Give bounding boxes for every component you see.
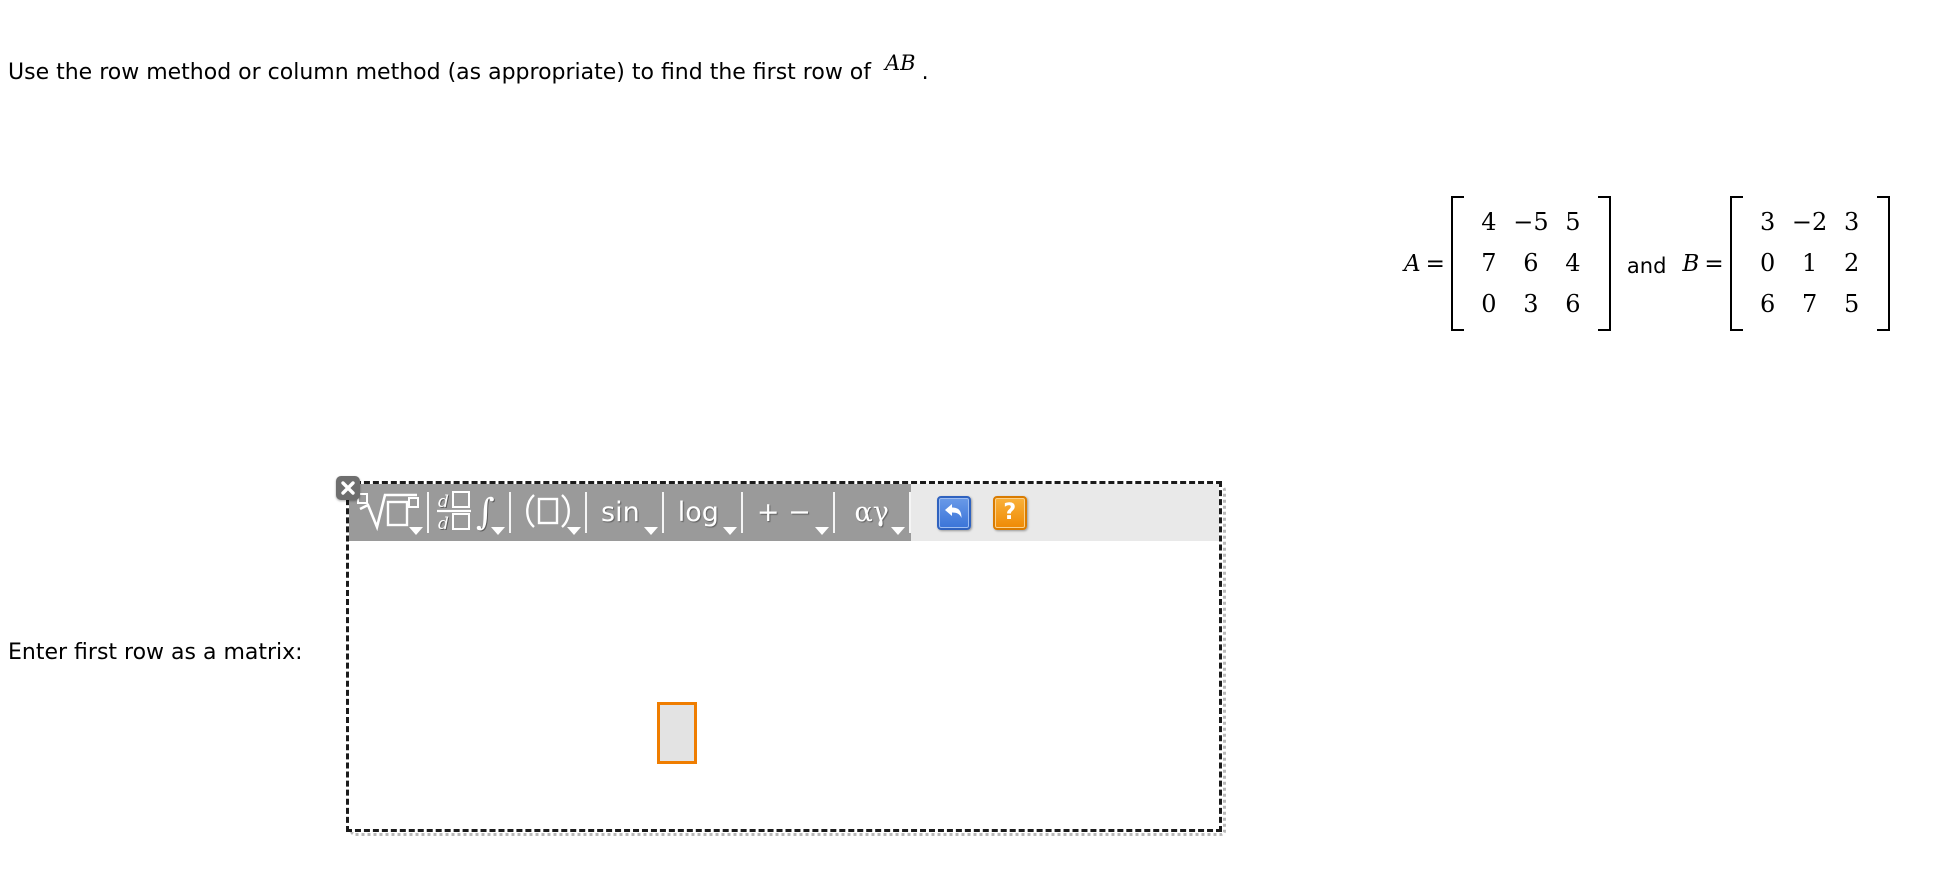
parentheses-palette-button[interactable] xyxy=(511,484,585,541)
radical-palette-button[interactable] xyxy=(349,484,427,541)
question-prompt: Use the row method or column method (as … xyxy=(8,51,929,87)
matrix-cell: 7 xyxy=(1801,290,1818,318)
matrix-b-right-bracket xyxy=(1876,196,1890,331)
equation-editor-toolbar: d d ∫ sin log + − αγ ? xyxy=(349,484,1219,541)
matrix-a-label: A xyxy=(1404,250,1421,277)
matrix-cell: 6 xyxy=(1523,249,1539,277)
trig-palette-button[interactable]: sin xyxy=(587,484,662,541)
calculus-palette-button[interactable]: d d ∫ xyxy=(429,484,509,541)
log-palette-button[interactable]: log xyxy=(664,484,741,541)
matrix-a-equals: = xyxy=(1425,250,1445,277)
question-mark-icon: ? xyxy=(1003,499,1017,525)
close-editor-button[interactable] xyxy=(336,476,360,500)
matrix-cell: 4 xyxy=(1481,208,1497,236)
matrix-cell: 6 xyxy=(1759,290,1776,318)
answer-field-label: Enter first row as a matrix: xyxy=(8,640,303,665)
chevron-down-icon xyxy=(409,527,423,535)
toolbar-palette-group: d d ∫ sin log + − αγ xyxy=(349,484,911,541)
matrix-b: 3 −2 3 0 1 2 6 7 5 xyxy=(1729,196,1890,331)
svg-text:d: d xyxy=(438,514,449,533)
chevron-down-icon xyxy=(643,527,658,535)
chevron-down-icon xyxy=(890,527,905,535)
matrix-b-equals: = xyxy=(1704,250,1724,277)
matrix-b-grid: 3 −2 3 0 1 2 6 7 5 xyxy=(1743,196,1877,331)
matrix-cell: 5 xyxy=(1843,290,1860,318)
matrix-cell: 4 xyxy=(1565,249,1581,277)
matrix-cell: 3 xyxy=(1843,208,1860,236)
math-expression-ab: AB xyxy=(885,51,916,75)
matrix-cell: −2 xyxy=(1791,208,1828,236)
matrix-cell: 0 xyxy=(1481,290,1497,318)
matrix-definitions: A = 4 −5 5 7 6 4 0 3 6 and B = 3 −2 3 0 … xyxy=(1404,196,1890,331)
matrix-a-left-bracket xyxy=(1450,196,1464,331)
matrix-a: 4 −5 5 7 6 4 0 3 6 xyxy=(1450,196,1611,331)
svg-text:d: d xyxy=(438,492,449,512)
matrix-cell: 0 xyxy=(1759,249,1776,277)
log-label: log xyxy=(677,497,719,528)
matrix-cell: 6 xyxy=(1565,290,1581,318)
equation-cursor-placeholder[interactable] xyxy=(657,702,697,764)
equation-editor-panel[interactable]: d d ∫ sin log + − αγ ? xyxy=(346,481,1222,832)
question-period: . xyxy=(921,60,929,85)
greek-palette-button[interactable]: αγ xyxy=(835,484,909,541)
matrix-b-left-bracket xyxy=(1729,196,1743,331)
operators-label: + − xyxy=(756,497,811,528)
chevron-down-icon xyxy=(814,527,829,535)
matrix-cell: 7 xyxy=(1481,249,1497,277)
matrix-a-right-bracket xyxy=(1597,196,1611,331)
help-button[interactable]: ? xyxy=(992,495,1027,530)
chevron-down-icon xyxy=(722,527,737,535)
trig-label: sin xyxy=(601,497,640,528)
matrix-cell: 2 xyxy=(1843,249,1860,277)
matrix-a-grid: 4 −5 5 7 6 4 0 3 6 xyxy=(1464,196,1598,331)
matrix-cell: 3 xyxy=(1523,290,1539,318)
matrix-cell: 3 xyxy=(1759,208,1776,236)
conjunction-and: and xyxy=(1626,253,1667,278)
matrix-cell: 1 xyxy=(1801,249,1818,277)
matrix-cell: −5 xyxy=(1513,208,1549,236)
equation-input-canvas[interactable] xyxy=(349,541,1219,829)
chevron-down-icon xyxy=(567,527,581,535)
undo-button[interactable] xyxy=(936,495,971,530)
operators-palette-button[interactable]: + − xyxy=(743,484,833,541)
close-icon xyxy=(341,481,355,495)
matrix-b-label: B xyxy=(1682,250,1700,277)
matrix-cell: 5 xyxy=(1565,208,1581,236)
undo-arrow-icon xyxy=(944,502,964,524)
question-text: Use the row method or column method (as … xyxy=(8,60,872,85)
toolbar-divider xyxy=(908,492,911,533)
toolbar-action-group: ? xyxy=(910,484,1219,541)
chevron-down-icon xyxy=(491,527,505,535)
greek-label: αγ xyxy=(854,497,889,528)
